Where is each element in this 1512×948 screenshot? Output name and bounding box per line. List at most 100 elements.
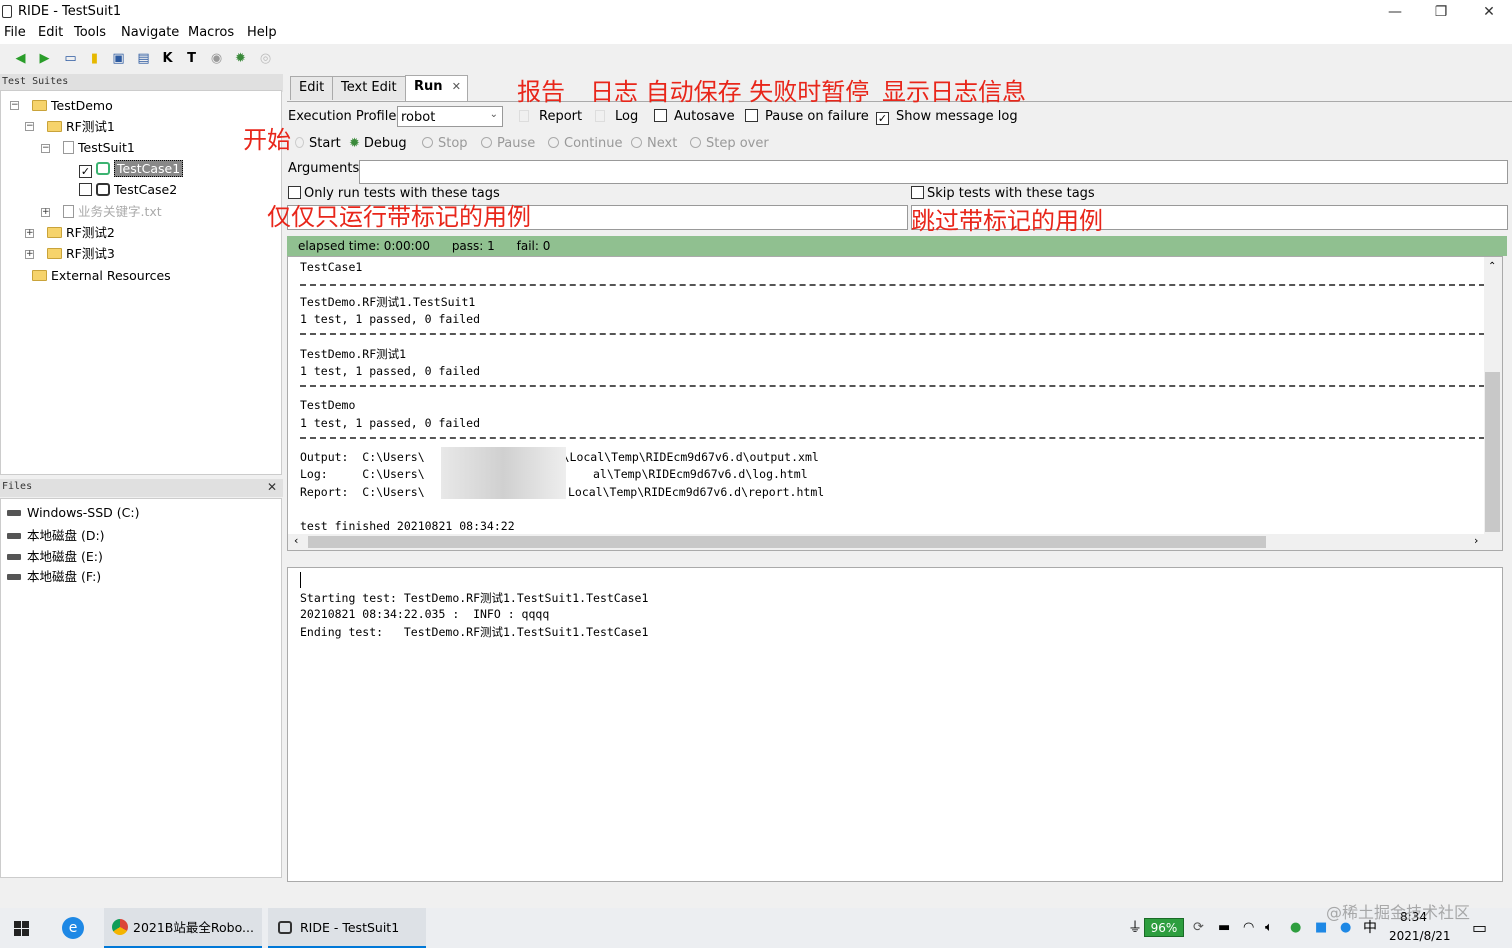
tree-node-testsuit1[interactable]: TestSuit1: [63, 139, 135, 157]
menu-help[interactable]: Help: [247, 25, 277, 40]
restore-button[interactable]: ❐: [1418, 0, 1464, 24]
scroll-right-icon[interactable]: ›: [1474, 534, 1478, 547]
window-title: RIDE - TestSuit1: [18, 4, 122, 19]
folder-icon: [32, 270, 47, 281]
stop-button[interactable]: Stop: [422, 136, 468, 151]
output-line: 1 test, 1 passed, 0 failed: [300, 312, 481, 326]
skip-tags-checkbox[interactable]: Skip tests with these tags: [911, 186, 1095, 201]
menu-navigate[interactable]: Navigate: [121, 25, 179, 40]
console-output[interactable]: TestCase1 TestDemo.RF测试1.TestSuit1 1 tes…: [287, 256, 1503, 551]
minimize-button[interactable]: —: [1372, 0, 1418, 24]
keyword-search-icon[interactable]: K: [159, 50, 176, 67]
back-arrow-icon[interactable]: ◀: [12, 50, 29, 67]
power-plug-icon[interactable]: ⏚: [1128, 908, 1142, 948]
expand-icon[interactable]: +: [25, 229, 34, 238]
start-button[interactable]: Start: [295, 136, 341, 151]
tab-text-edit[interactable]: Text Edit: [332, 76, 406, 100]
menu-tools[interactable]: Tools: [74, 25, 106, 40]
redacted-area: [441, 447, 566, 499]
tree-node-testdemo[interactable]: TestDemo: [32, 97, 113, 115]
expand-icon[interactable]: +: [41, 208, 50, 217]
message-log[interactable]: Starting test: TestDemo.RF测试1.TestSuit1.…: [287, 567, 1503, 882]
new-file-icon[interactable]: ▮: [86, 50, 103, 67]
clock-date[interactable]: 2021/8/21: [1389, 929, 1451, 943]
wifi-icon[interactable]: ◠: [1243, 908, 1254, 948]
collapse-icon[interactable]: −: [10, 101, 19, 110]
tab-run[interactable]: Run ✕: [405, 75, 468, 101]
show-message-log-checkbox[interactable]: ✓ Show message log: [876, 109, 1018, 125]
save-icon[interactable]: ▣: [110, 50, 127, 67]
notification-icon[interactable]: ▭: [1472, 908, 1487, 948]
pause-on-failure-checkbox[interactable]: Pause on failure: [745, 109, 869, 124]
drive-item[interactable]: 本地磁盘 (F:): [7, 566, 101, 585]
collapse-icon[interactable]: −: [25, 122, 34, 131]
report-button[interactable]: Report: [519, 109, 582, 124]
drive-item[interactable]: 本地磁盘 (E:): [7, 546, 103, 565]
stop-icon[interactable]: ◎: [257, 50, 274, 67]
files-header: Files ✕: [0, 479, 283, 497]
device-icon[interactable]: ▬: [1218, 908, 1230, 948]
tree-label: TestCase1: [114, 160, 184, 177]
collapse-icon[interactable]: −: [41, 144, 50, 153]
output-line: Log: C:\Users\: [300, 467, 425, 481]
next-button[interactable]: Next: [631, 136, 677, 151]
expand-icon[interactable]: +: [25, 250, 34, 259]
autosave-checkbox[interactable]: Autosave: [654, 109, 735, 124]
taskbar-chrome-task[interactable]: 2021B站最全Robo...: [104, 908, 262, 948]
scroll-thumb[interactable]: [308, 536, 1266, 548]
menu-edit[interactable]: Edit: [38, 25, 63, 40]
forward-arrow-icon[interactable]: ▶: [36, 50, 53, 67]
task-label: 2021B站最全Robo...: [133, 920, 254, 935]
debug-button[interactable]: ✹ Debug: [349, 136, 407, 151]
checkbox-icon[interactable]: [79, 183, 92, 196]
wechat-icon[interactable]: ●: [1290, 908, 1301, 948]
close-files-icon[interactable]: ✕: [267, 480, 277, 494]
test-search-icon[interactable]: T: [183, 50, 200, 67]
save-all-icon[interactable]: ▤: [135, 50, 152, 67]
volume-icon[interactable]: 🔈︎: [1265, 908, 1273, 948]
sync-icon[interactable]: ⟳: [1193, 908, 1204, 948]
menu-file[interactable]: File: [4, 25, 26, 40]
drive-icon: [7, 574, 21, 580]
divider: [300, 333, 1485, 335]
scroll-left-icon[interactable]: ‹: [294, 534, 298, 547]
taskbar: e 2021B站最全Robo... RIDE - TestSuit1 ⏚ 96%…: [0, 908, 1512, 948]
tree-node-rf1[interactable]: RF测试1: [47, 118, 115, 136]
vertical-scrollbar[interactable]: ⌃: [1484, 257, 1502, 536]
close-button[interactable]: ✕: [1466, 0, 1512, 24]
scroll-up-icon[interactable]: ⌃: [1488, 261, 1496, 272]
pause-button[interactable]: Pause: [481, 136, 535, 151]
close-tab-icon[interactable]: ✕: [452, 80, 461, 93]
arguments-input[interactable]: [359, 160, 1508, 184]
tree-label: TestSuit1: [78, 140, 135, 155]
tree-node-keywords[interactable]: 业务关键字.txt: [63, 203, 162, 221]
tree-node-testcase2[interactable]: TestCase2: [79, 181, 177, 199]
edge-browser-icon[interactable]: e: [62, 908, 86, 948]
profile-select[interactable]: robot ⌄: [397, 106, 503, 127]
tree-node-testcase1[interactable]: ✓ TestCase1: [79, 160, 184, 178]
tree-node-rf2[interactable]: RF测试2: [47, 224, 115, 242]
scroll-thumb[interactable]: [1485, 372, 1500, 532]
checkbox-checked-icon[interactable]: ✓: [79, 165, 92, 178]
run-icon[interactable]: ◉: [208, 50, 225, 67]
taskbar-ride-task[interactable]: RIDE - TestSuit1: [268, 908, 426, 948]
continue-button[interactable]: Continue: [548, 136, 622, 151]
menu-macros[interactable]: Macros: [188, 25, 234, 40]
drive-item[interactable]: Windows-SSD (C:): [7, 505, 139, 520]
windows-start-icon[interactable]: [14, 908, 30, 948]
battery-badge[interactable]: 96%: [1144, 918, 1184, 937]
tree-node-rf3[interactable]: RF测试3: [47, 245, 115, 263]
start-label: Start: [309, 136, 341, 151]
tab-edit[interactable]: Edit: [290, 76, 334, 100]
debug-bug-icon[interactable]: ✹: [232, 50, 249, 67]
open-folder-icon[interactable]: ▭: [62, 50, 79, 67]
log-button[interactable]: Log: [595, 109, 638, 124]
only-run-tags-checkbox[interactable]: Only run tests with these tags: [288, 186, 500, 201]
horizontal-scrollbar[interactable]: ‹ ›: [288, 534, 1502, 550]
step-over-button[interactable]: Step over: [690, 136, 769, 151]
chevron-down-icon: ⌄: [489, 109, 498, 120]
chrome-icon: [112, 919, 128, 935]
file-icon: [63, 141, 74, 154]
tree-node-external-resources[interactable]: External Resources: [32, 267, 171, 285]
drive-item[interactable]: 本地磁盘 (D:): [7, 525, 105, 544]
